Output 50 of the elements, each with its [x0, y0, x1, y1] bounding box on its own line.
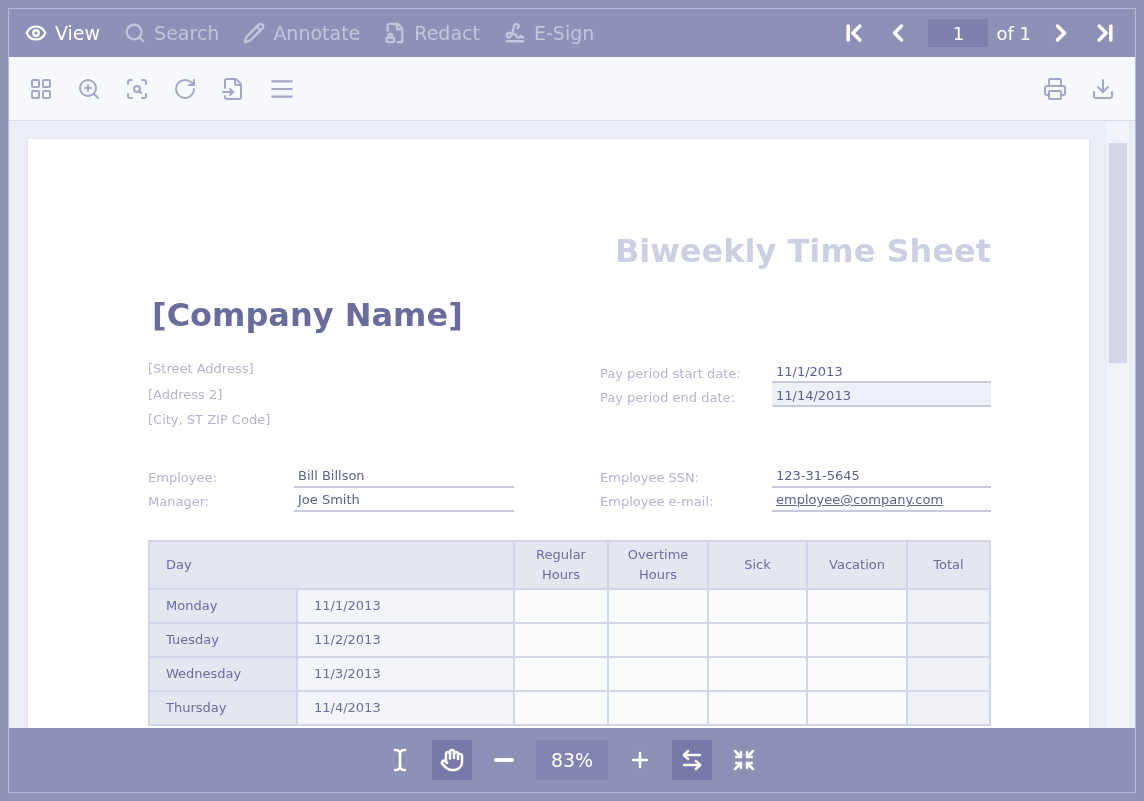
field-label: Employee SSN:: [600, 469, 701, 487]
document-icon[interactable]: [221, 76, 245, 101]
hand-icon: [440, 748, 464, 772]
field-value: Bill Billson: [294, 463, 514, 488]
page-count: of 1: [996, 21, 1031, 46]
address-line: [City, ST ZIP Code]: [148, 411, 272, 429]
thumbnails-icon[interactable]: [29, 76, 53, 101]
field-value: 123-31-5645: [772, 463, 991, 488]
scrollbar[interactable]: [1107, 121, 1129, 728]
column-header: Regular Hours: [514, 540, 608, 589]
table-cell: 11/4/2013: [297, 690, 514, 725]
table-cell: 11/2/2013: [297, 622, 514, 657]
column-header: Sick: [708, 540, 807, 589]
search-icon: [124, 22, 147, 44]
field-label: Employee e-mail:: [600, 493, 715, 511]
address-line: [Street Address]: [148, 360, 255, 378]
field-label: Manager:: [148, 493, 211, 511]
fit-width-button[interactable]: [672, 740, 712, 780]
table-cell: Tuesday: [149, 622, 297, 657]
column-header: Overtime Hours: [608, 540, 708, 589]
field-label: Pay period end date:: [600, 388, 736, 407]
pencil-icon: [243, 22, 266, 44]
zoom-icon[interactable]: [77, 76, 101, 101]
field-label: Employee:: [148, 469, 218, 487]
table-cell: 11/3/2013: [297, 656, 514, 691]
tab[interactable]: View: [25, 18, 101, 48]
signature-icon: [503, 22, 526, 44]
table-cell: Wednesday: [149, 656, 297, 691]
download-icon[interactable]: [1091, 76, 1115, 101]
page-number-field[interactable]: 1: [928, 19, 989, 47]
zoom-level-field[interactable]: 83%: [536, 740, 608, 780]
rotate-icon[interactable]: [173, 76, 197, 101]
table-cell: Monday: [149, 588, 297, 623]
field-value: Joe Smith: [294, 487, 514, 512]
address-line: [Address 2]: [148, 385, 224, 404]
column-header: Day: [149, 540, 514, 589]
company-name: [Company Name]: [152, 295, 464, 336]
column-header: Total: [907, 540, 990, 589]
column-header: Vacation: [807, 540, 907, 589]
marquee-zoom-icon[interactable]: [125, 76, 149, 101]
table-cell: Thursday: [149, 690, 297, 725]
fullscreen-icon: [732, 748, 756, 772]
table-cell: 11/1/2013: [297, 588, 514, 623]
field-value: 11/14/2013: [772, 383, 991, 407]
email-link[interactable]: employee@company.com: [772, 487, 991, 512]
fit-width-icon: [680, 748, 704, 772]
print-icon[interactable]: [1043, 76, 1067, 101]
hand-button[interactable]: [432, 740, 472, 780]
zoom-out-icon: [494, 758, 514, 762]
field-label: Pay period start date:: [600, 364, 742, 383]
